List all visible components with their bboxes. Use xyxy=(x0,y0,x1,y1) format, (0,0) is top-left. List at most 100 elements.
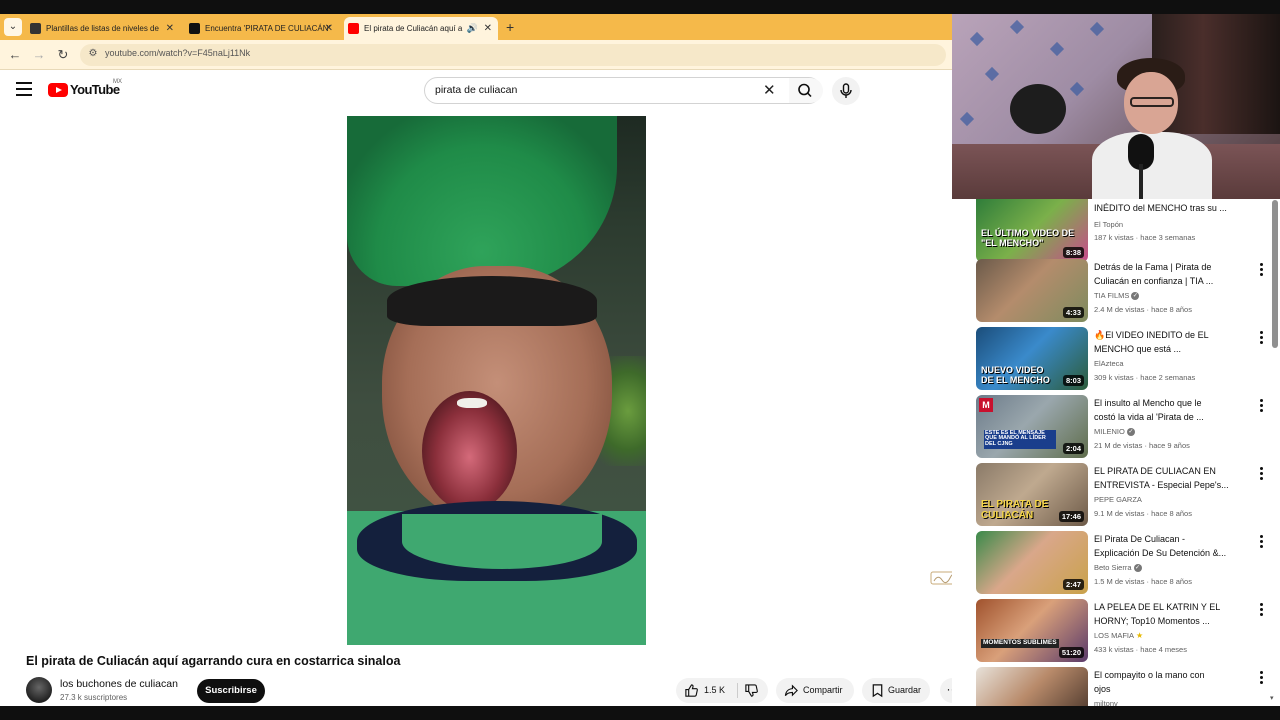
scroll-down-arrow-icon[interactable]: ▾ xyxy=(1270,694,1274,702)
verified-check-icon: ✓ xyxy=(1126,428,1135,437)
milenio-logo-icon: M xyxy=(979,398,993,412)
recommendation-thumbnail[interactable]: M ESTE ES EL MENSAJE QUE MANDÓ AL LÍDER … xyxy=(976,395,1088,458)
thumbnail-caption: MOMENTOS SUBLIMES xyxy=(981,639,1059,648)
recommendation-thumbnail[interactable]: NUEVO VIDEO DE EL MENCHO 8:03 xyxy=(976,327,1088,390)
tab-search-dropdown-icon[interactable]: ⌄ xyxy=(4,18,22,36)
more-options-icon[interactable] xyxy=(1260,535,1266,549)
recommendation-item[interactable]: EL PIRATA DE CULIACÁN 17:46 EL PIRATA DE… xyxy=(976,463,1266,527)
voice-search-button[interactable] xyxy=(832,77,860,105)
recommendation-item[interactable]: EL ÚLTIMO VIDEO DE "EL MENCHO" 8:38 INÉD… xyxy=(976,199,1266,263)
like-count[interactable]: 1.5 K xyxy=(704,678,725,703)
thumbs-up-icon[interactable] xyxy=(684,683,699,698)
browser-tab-plantillas[interactable]: Plantillas de listas de niveles de ✕ xyxy=(26,17,180,40)
recommendation-channel[interactable]: PEPE GARZA xyxy=(1094,495,1142,504)
new-tab-button[interactable]: + xyxy=(506,17,520,37)
video-collar-inner xyxy=(402,514,602,569)
site-info-icon[interactable]: ⚙ xyxy=(86,48,100,62)
recommendation-thumbnail[interactable]: MOMENTOS SUBLIMES 51:20 xyxy=(976,599,1088,662)
share-icon xyxy=(784,684,798,697)
clear-search-icon[interactable]: ✕ xyxy=(763,81,776,99)
recommendation-thumbnail[interactable]: EL ÚLTIMO VIDEO DE "EL MENCHO" 8:38 xyxy=(976,199,1088,262)
back-arrow-icon[interactable]: ← xyxy=(6,46,24,64)
save-label: Guardar xyxy=(888,685,922,695)
more-options-icon[interactable] xyxy=(1260,603,1266,617)
recommendation-thumbnail[interactable]: 2:47 xyxy=(976,531,1088,594)
video-duration: 17:46 xyxy=(1058,511,1084,522)
recommendation-thumbnail[interactable]: EL PIRATA DE CULIACÁN 17:46 xyxy=(976,463,1088,526)
recommendation-title[interactable]: INÉDITO del MENCHO tras su ... xyxy=(1094,202,1232,216)
browser-tab-tiktok[interactable]: Encuentra 'PIRATA DE CULIACÁN' ✕ xyxy=(185,17,339,40)
more-options-icon[interactable] xyxy=(1260,671,1266,685)
video-duration: 4:33 xyxy=(1062,307,1084,318)
screen-bottom-bar xyxy=(0,706,1280,720)
youtube-logo[interactable]: YouTube MX xyxy=(48,79,128,100)
browser-toolbar: ← → ↻ ⚙ youtube.com/watch?v=F45naLj11Nk xyxy=(0,40,952,70)
recommendation-title[interactable]: EL PIRATA DE CULIACAN EN ENTREVISTA - Es… xyxy=(1094,465,1232,492)
screen-top-bar xyxy=(0,0,1280,14)
recommendation-meta: 2.4 M de vistas · hace 8 años xyxy=(1094,305,1192,314)
video-open-mouth xyxy=(422,391,517,511)
reload-icon[interactable]: ↻ xyxy=(54,46,72,64)
recommendation-item[interactable]: MOMENTOS SUBLIMES 51:20 LA PELEA DE EL K… xyxy=(976,599,1266,663)
recommendation-title[interactable]: LA PELEA DE EL KATRIN Y EL HORNY; Top10 … xyxy=(1094,601,1232,628)
recommendation-item[interactable]: El compayito o la mano con ojos miltonv xyxy=(976,667,1266,706)
recommendation-meta: 187 k vistas · hace 3 semanas xyxy=(1094,233,1196,242)
more-options-icon[interactable] xyxy=(1260,331,1266,345)
recommendation-meta: 433 k vistas · hace 4 meses xyxy=(1094,645,1187,654)
recommendation-meta: 21 M de vistas · hace 9 años xyxy=(1094,441,1190,450)
recommendation-channel[interactable]: El Topón xyxy=(1094,220,1123,229)
recommendation-item[interactable]: 4:33 Detrás de la Fama | Pirata de Culia… xyxy=(976,259,1266,323)
youtube-favicon-icon xyxy=(348,23,359,34)
recommendation-channel[interactable]: LOS MAFIA ★ xyxy=(1094,631,1143,640)
recommendation-channel[interactable]: ElAzteca xyxy=(1094,359,1124,368)
share-button[interactable]: Compartir xyxy=(776,678,854,703)
video-title: El pirata de Culiacán aquí agarrando cur… xyxy=(26,654,401,668)
video-duration: 8:38 xyxy=(1062,247,1084,258)
more-options-icon[interactable] xyxy=(1260,467,1266,481)
search-input[interactable]: pirata de culiacan ✕ xyxy=(424,77,823,104)
channel-avatar[interactable] xyxy=(26,677,52,703)
subscribe-button[interactable]: Suscribirse xyxy=(197,679,265,703)
recommendation-title[interactable]: El Pirata De Culiacan - Explicación De S… xyxy=(1094,533,1232,560)
recommendation-item[interactable]: 2:47 El Pirata De Culiacan - Explicación… xyxy=(976,531,1266,595)
recommendation-item[interactable]: M ESTE ES EL MENSAJE QUE MANDÓ AL LÍDER … xyxy=(976,395,1266,459)
address-bar[interactable]: ⚙ youtube.com/watch?v=F45naLj11Nk xyxy=(80,44,946,66)
recommendation-channel[interactable]: miltonv xyxy=(1094,699,1118,706)
thumbnail-caption: EL PIRATA DE CULIACÁN xyxy=(981,499,1049,521)
recommendation-item[interactable]: NUEVO VIDEO DE EL MENCHO 8:03 🔥El VIDEO … xyxy=(976,327,1266,391)
more-options-icon[interactable] xyxy=(1260,399,1266,413)
save-button[interactable]: Guardar xyxy=(862,678,930,703)
recommendation-channel[interactable]: TIA FILMS ✓ xyxy=(1094,291,1140,301)
recommendation-channel[interactable]: MILENIO ✓ xyxy=(1094,427,1135,437)
video-duration: 51:20 xyxy=(1058,647,1084,658)
audio-playing-icon[interactable]: 🔊 xyxy=(467,17,478,40)
webcam-headphones xyxy=(1010,84,1066,134)
sidebar-scrollbar[interactable] xyxy=(1272,200,1278,348)
recommendation-title[interactable]: El insulto al Mencho que le costó la vid… xyxy=(1094,397,1232,424)
more-options-icon[interactable] xyxy=(1260,263,1266,277)
close-tab-icon[interactable]: ✕ xyxy=(325,17,333,40)
browser-tab-strip: ⌄ Plantillas de listas de niveles de ✕ E… xyxy=(0,14,952,40)
recommendation-title[interactable]: 🔥El VIDEO INEDITO de EL MENCHO que está … xyxy=(1094,329,1232,356)
search-button[interactable] xyxy=(789,78,823,103)
channel-name[interactable]: los buchones de culiacan xyxy=(60,678,178,690)
forward-arrow-icon[interactable]: → xyxy=(30,46,48,64)
recommendation-title[interactable]: El compayito o la mano con ojos xyxy=(1094,669,1232,696)
bookmark-icon xyxy=(872,684,883,698)
recommendation-thumbnail[interactable] xyxy=(976,667,1088,706)
video-player[interactable] xyxy=(347,116,646,645)
tab-label: Encuentra 'PIRATA DE CULIACÁN' xyxy=(205,24,331,33)
search-input-value: pirata de culiacan xyxy=(435,84,518,96)
recommendations-sidebar: EL ÚLTIMO VIDEO DE "EL MENCHO" 8:38 INÉD… xyxy=(952,199,1280,706)
close-tab-icon[interactable]: ✕ xyxy=(484,17,492,40)
recommendation-thumbnail[interactable]: 4:33 xyxy=(976,259,1088,322)
browser-tab-youtube[interactable]: El pirata de Culiacán aquí a 🔊 ✕ xyxy=(344,17,498,40)
tab-label: El pirata de Culiacán aquí a xyxy=(364,24,463,33)
video-duration: 2:04 xyxy=(1062,443,1084,454)
thumbs-down-icon[interactable] xyxy=(744,683,759,698)
close-tab-icon[interactable]: ✕ xyxy=(166,17,174,40)
recommendation-title[interactable]: Detrás de la Fama | Pirata de Culiacán e… xyxy=(1094,261,1232,288)
like-dislike-group: 1.5 K xyxy=(676,678,768,703)
recommendation-channel[interactable]: Beto Sierra ✓ xyxy=(1094,563,1142,573)
menu-icon[interactable] xyxy=(16,82,32,96)
